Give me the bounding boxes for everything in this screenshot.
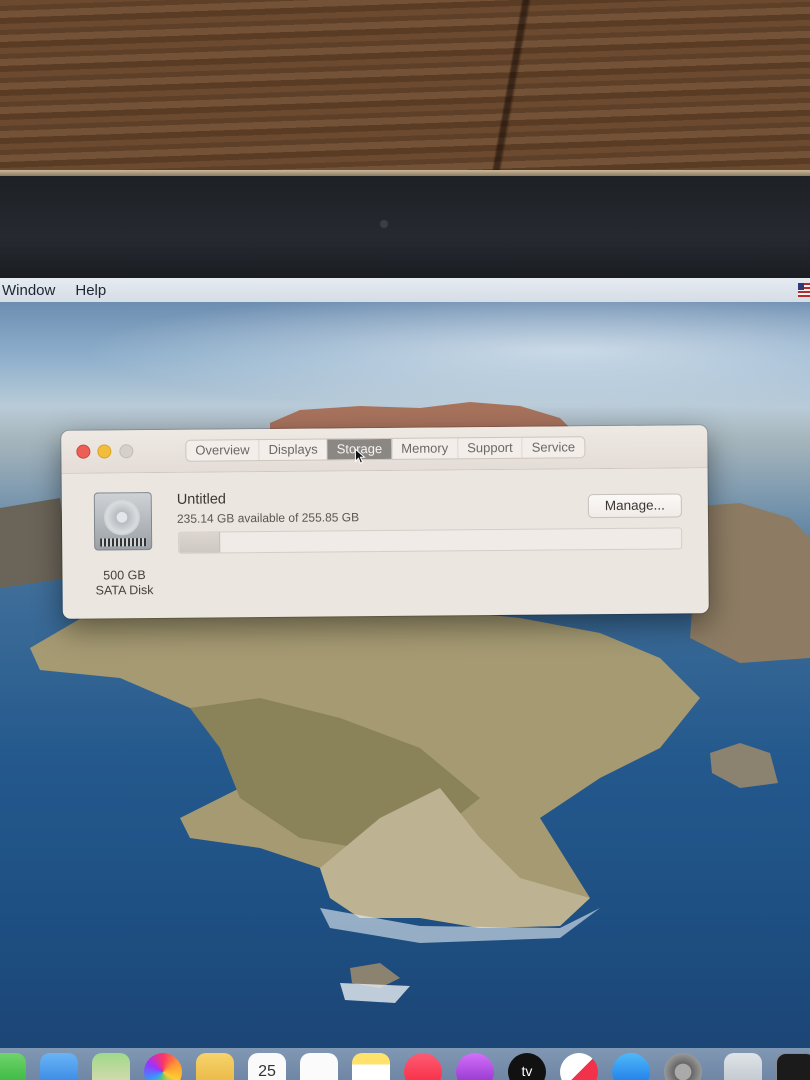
tab-support[interactable]: Support — [458, 437, 523, 459]
storage-usage-bar — [178, 527, 683, 554]
volume-name: Untitled — [176, 491, 227, 508]
screen: Window Help Overview Displays Storage Me… — [0, 278, 810, 1080]
desk-wood — [0, 0, 810, 176]
reminders-icon[interactable] — [300, 1053, 338, 1080]
news-icon[interactable] — [560, 1053, 598, 1080]
system-preferences-icon[interactable] — [664, 1053, 702, 1080]
manage-button[interactable]: Manage... — [587, 493, 682, 519]
app-store-icon[interactable] — [612, 1053, 650, 1080]
minimize-button[interactable] — [97, 444, 112, 459]
storage-usage-fill — [179, 532, 221, 553]
terminal-icon[interactable] — [776, 1053, 810, 1080]
tab-displays[interactable]: Displays — [259, 439, 328, 461]
about-this-mac-window: Overview Displays Storage Memory Support… — [61, 425, 709, 619]
tv-label: tv — [521, 1063, 533, 1079]
music-icon[interactable] — [404, 1053, 442, 1080]
menu-bar: Window Help — [0, 278, 810, 302]
mail-icon[interactable] — [40, 1053, 78, 1080]
input-source-flag-icon[interactable] — [798, 283, 810, 297]
close-button[interactable] — [76, 444, 91, 459]
zoom-button-disabled — [119, 444, 134, 459]
tab-overview[interactable]: Overview — [186, 440, 260, 461]
window-titlebar: Overview Displays Storage Memory Support… — [61, 425, 708, 474]
laptop-bezel — [0, 176, 810, 278]
photos-icon[interactable] — [144, 1053, 182, 1080]
desktop-wallpaper — [0, 402, 810, 1003]
calendar-icon[interactable]: 25 — [248, 1053, 286, 1080]
notes-icon[interactable] — [352, 1053, 390, 1080]
tab-memory[interactable]: Memory — [392, 438, 459, 459]
dock: 25 tv — [0, 1048, 810, 1080]
menu-window[interactable]: Window — [0, 282, 65, 299]
disk-caption: 500 GB SATA Disk — [86, 568, 162, 599]
messages-icon[interactable] — [0, 1053, 26, 1080]
disk-type: SATA Disk — [95, 583, 154, 598]
tab-service[interactable]: Service — [523, 437, 585, 458]
tv-icon[interactable]: tv — [508, 1053, 546, 1080]
volume-available: 235.14 GB available of 255.85 GB — [176, 510, 360, 526]
disk-size: 500 GB — [103, 568, 146, 583]
calendar-day: 25 — [258, 1063, 276, 1080]
podcasts-icon[interactable] — [456, 1053, 494, 1080]
tab-bar: Overview Displays Storage Memory Support… — [185, 436, 586, 462]
hard-disk-icon — [93, 492, 153, 551]
disk-utility-icon[interactable] — [724, 1053, 762, 1080]
menu-help[interactable]: Help — [65, 282, 116, 299]
camera-icon — [380, 220, 388, 228]
maps-icon[interactable] — [92, 1053, 130, 1080]
notes-folder-icon[interactable] — [196, 1053, 234, 1080]
